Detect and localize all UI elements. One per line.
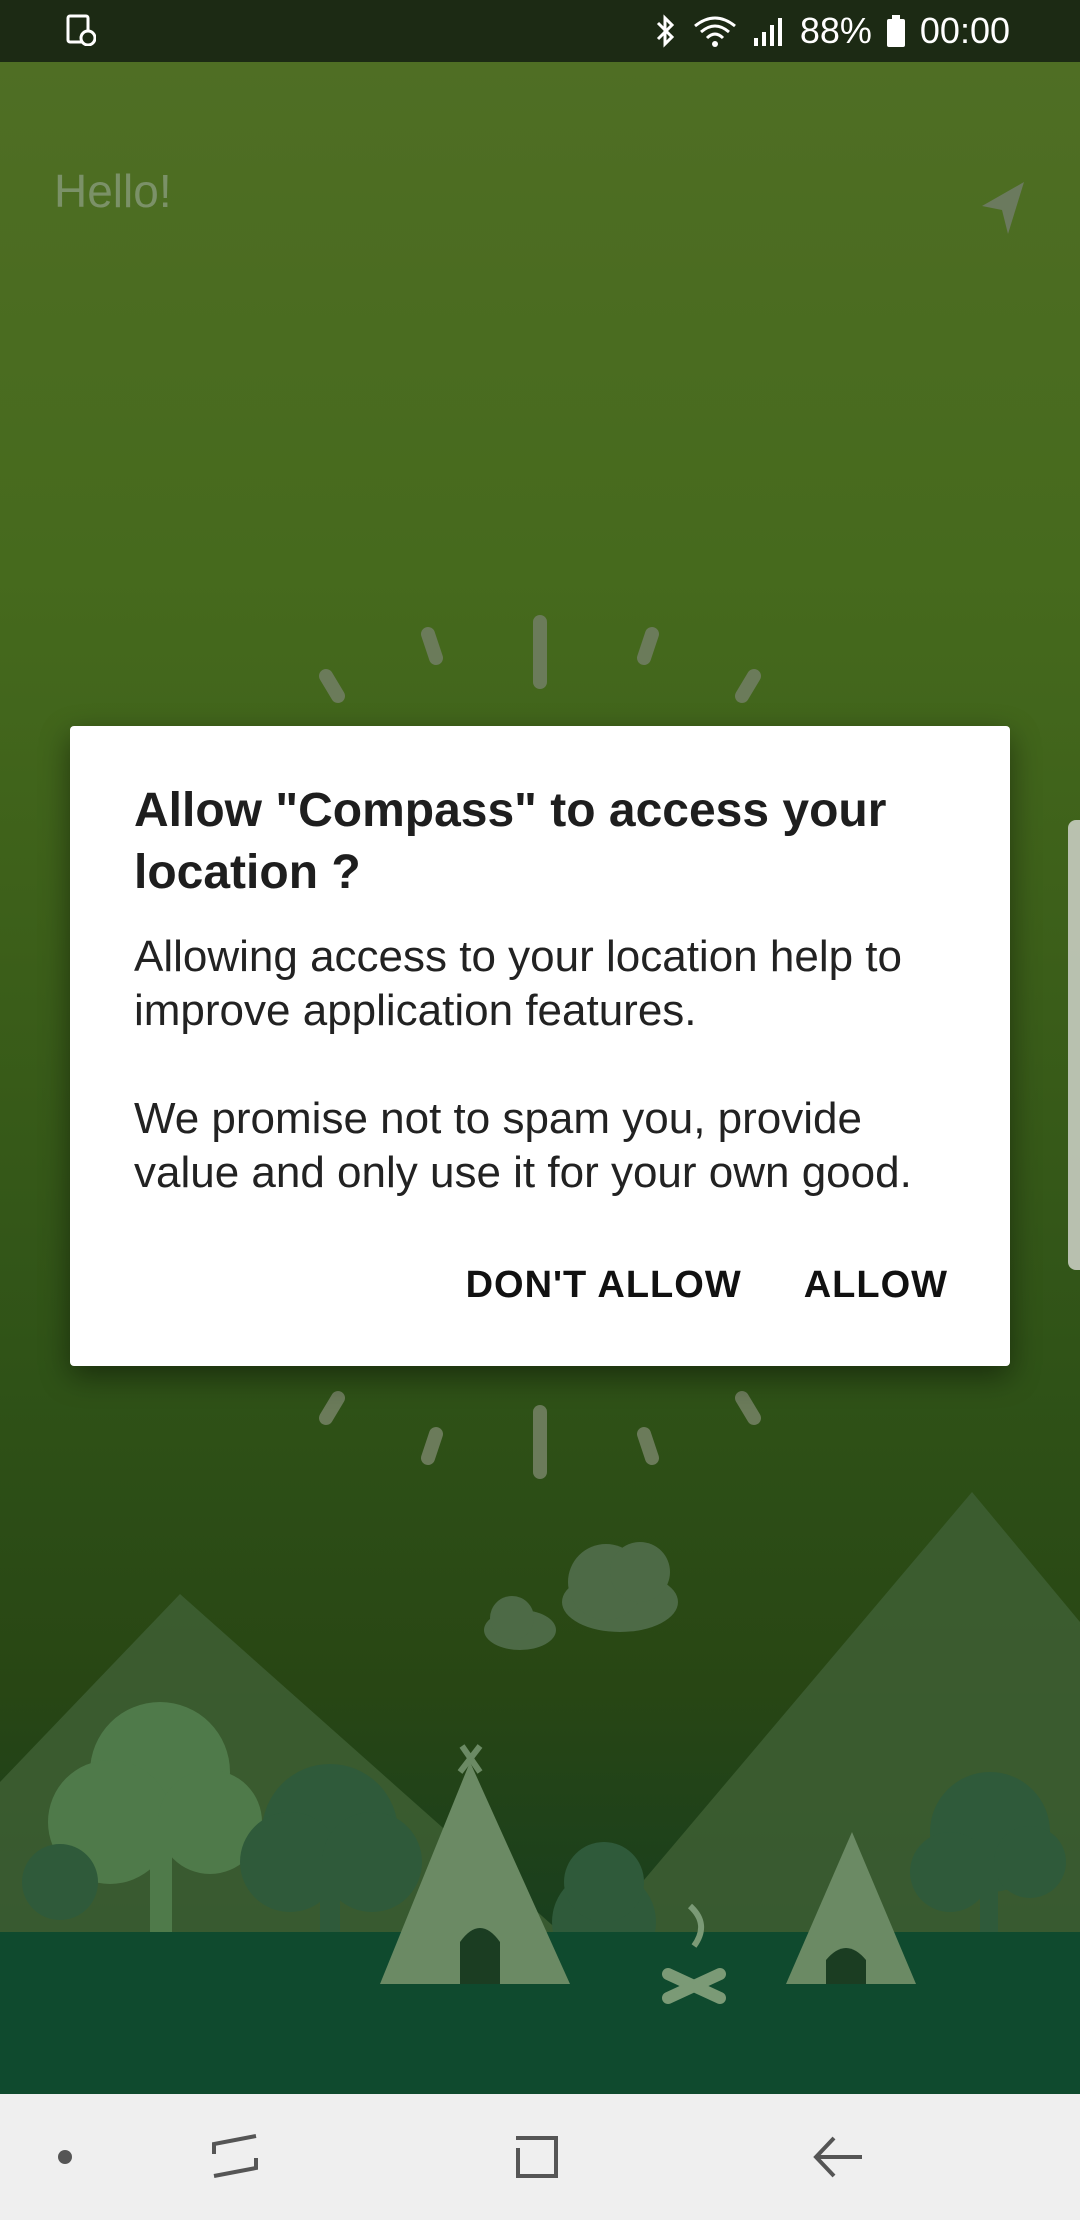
recents-icon[interactable]: [190, 2094, 280, 2220]
dialog-title: Allow "Compass" to access your location …: [134, 784, 887, 899]
dialog-body-paragraph-1: Allowing access to your location help to…: [134, 932, 902, 1035]
battery-icon: [886, 15, 905, 47]
status-bar: 88% 00:00: [0, 0, 1080, 62]
wifi-icon: [693, 16, 736, 47]
edge-panel-handle[interactable]: [1068, 820, 1080, 1270]
dont-allow-button[interactable]: DON'T ALLOW: [466, 1264, 742, 1307]
system-navigation-bar: [0, 2094, 1080, 2220]
allow-button[interactable]: ALLOW: [804, 1264, 948, 1307]
back-icon[interactable]: [794, 2094, 884, 2220]
signal-icon: [753, 18, 782, 46]
clock-time: 00:00: [919, 10, 1010, 51]
dialog-body-paragraph-2: We promise not to spam you, provide valu…: [134, 1094, 912, 1197]
permission-dialog: Allow "Compass" to access your location …: [70, 726, 1010, 1366]
dialog-actions: DON'T ALLOW ALLOW: [466, 1264, 948, 1307]
greeting-text: Hello!: [54, 165, 172, 217]
dialog-body: Allowing access to your location help to…: [134, 930, 964, 1254]
home-icon[interactable]: [492, 2094, 582, 2220]
dot-icon[interactable]: [30, 2094, 100, 2220]
navigation-arrow-icon[interactable]: [980, 180, 1028, 236]
screen-record-icon: [66, 14, 96, 46]
battery-percent: 88%: [799, 10, 872, 51]
bluetooth-icon: [656, 14, 674, 48]
